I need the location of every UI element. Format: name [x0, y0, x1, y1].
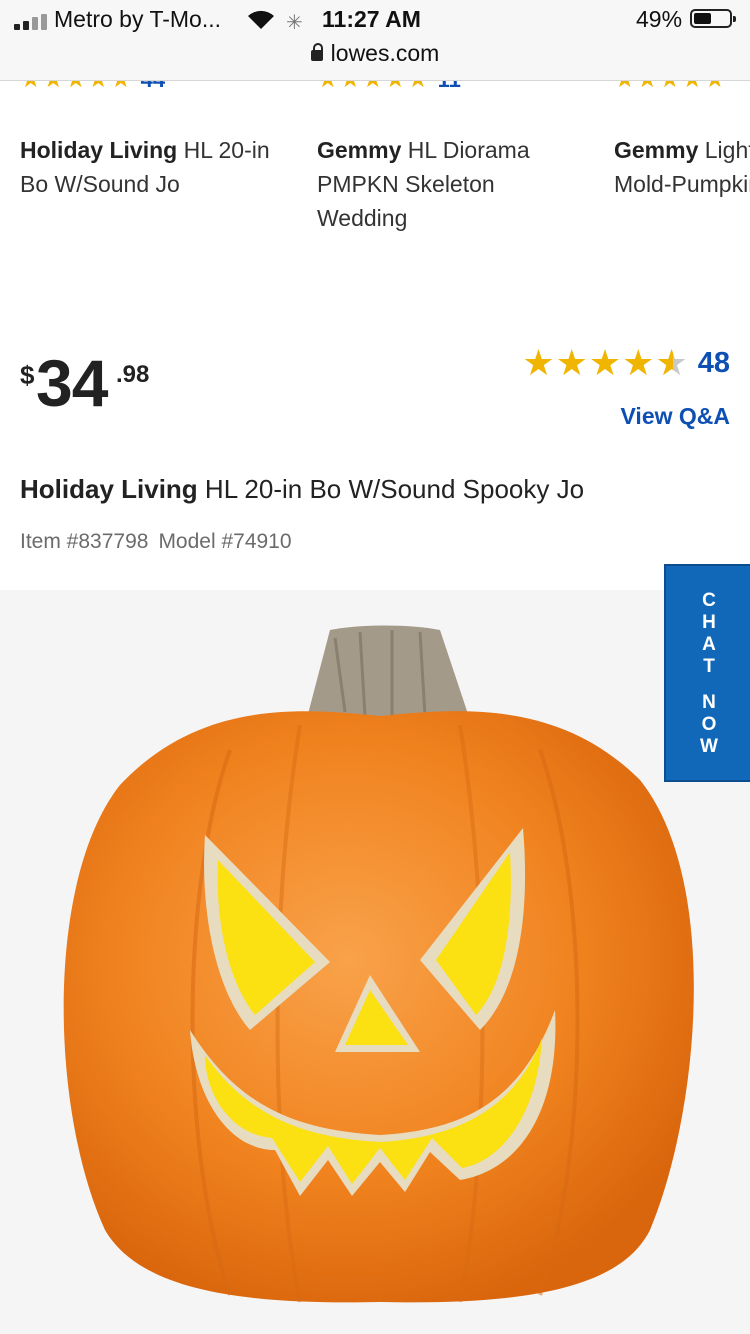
related-products-carousel[interactable]: ★★★★★ 44 Holiday Living HL 20-in Bo W/So… [0, 81, 750, 251]
star-icon: ★ [110, 81, 132, 92]
chat-now-button[interactable]: C H A T N O W [664, 564, 750, 782]
card-rating-count: 44 [141, 81, 165, 91]
product-image[interactable] [0, 590, 750, 1334]
price-currency: $ [20, 360, 35, 390]
model-number: Model #74910 [158, 530, 292, 553]
chat-letter: A [702, 634, 716, 655]
star-icon: ★ [637, 81, 659, 92]
star-icon: ★ [43, 81, 65, 92]
item-number: Item #837798 [20, 530, 149, 553]
star-icon: ★ [65, 81, 87, 92]
card-title[interactable]: Gemmy Lighted Blow Mold-Pumpkin-H [614, 133, 750, 201]
star-icon: ★ [622, 342, 655, 383]
star-icon: ★ [704, 81, 726, 92]
star-icon: ★ [317, 81, 339, 92]
star-icon: ★ [659, 81, 681, 92]
product-rating[interactable]: ★ ★ ★ ★ ★ ★ 48 [522, 345, 730, 381]
card-rating: ★★★★★ 44 [20, 81, 165, 92]
price-cents: .98 [116, 361, 150, 388]
card-rating: ★★★★★ [614, 81, 727, 92]
half-star-icon: ★ ★ [655, 342, 688, 383]
chat-letter: C [702, 590, 716, 611]
card-title[interactable]: Holiday Living HL 20-in Bo W/Sound Jo [20, 133, 290, 201]
chat-letter: O [701, 714, 717, 735]
chat-letter: T [703, 656, 715, 677]
card-brand: Gemmy [317, 137, 402, 163]
item-info: Item #837798 Model #74910 [20, 530, 292, 554]
card-title[interactable]: Gemmy HL Diorama PMPKN Skeleton Wedding [317, 133, 587, 235]
product-name: HL 20-in Bo W/Sound Spooky Jo [204, 474, 585, 504]
star-icon: ★ [20, 81, 42, 92]
star-icon: ★ [555, 342, 588, 383]
card-brand: Holiday Living [20, 137, 178, 163]
card-rating: ★★★★★ 11 [317, 81, 461, 92]
chat-letter: N [702, 692, 716, 713]
star-icon: ★ [614, 81, 636, 92]
url-text: lowes.com [330, 40, 440, 66]
carrier-name: Metro by T-Mo... [54, 6, 222, 32]
address-bar[interactable]: lowes.com [0, 40, 750, 67]
product-brand: Holiday Living [20, 474, 198, 504]
product-title: Holiday Living HL 20-in Bo W/Sound Spook… [20, 474, 584, 505]
pumpkin-image [63, 625, 694, 1303]
star-icon: ★ [88, 81, 110, 92]
star-icon: ★ [385, 81, 407, 92]
signal-icon [14, 14, 48, 30]
chat-now-label: C H A T N O W [666, 590, 750, 758]
battery-icon [690, 9, 736, 28]
loading-spinner-icon: ✳ [286, 12, 303, 34]
rating-count-link[interactable]: 48 [698, 347, 730, 380]
card-rating-count: 11 [438, 81, 461, 91]
star-icon: ★ [682, 81, 704, 92]
lock-icon [310, 43, 323, 61]
star-icon: ★ [362, 81, 384, 92]
wifi-icon [248, 10, 274, 29]
card-brand: Gemmy [614, 137, 699, 163]
view-qa-link[interactable]: View Q&A [621, 403, 731, 430]
star-icon: ★ [407, 81, 429, 92]
clock: 11:27 AM [322, 6, 421, 32]
star-icon: ★ [340, 81, 362, 92]
chat-letter: W [700, 736, 718, 757]
battery-percent: 49% [636, 6, 683, 32]
star-icon: ★ [588, 342, 622, 383]
price-dollars: 34 [36, 346, 108, 420]
status-bar: Metro by T-Mo... ✳ 11:27 AM 49% lowes.co… [0, 0, 750, 81]
chat-letter: H [702, 612, 716, 633]
star-icon: ★ [522, 342, 555, 383]
